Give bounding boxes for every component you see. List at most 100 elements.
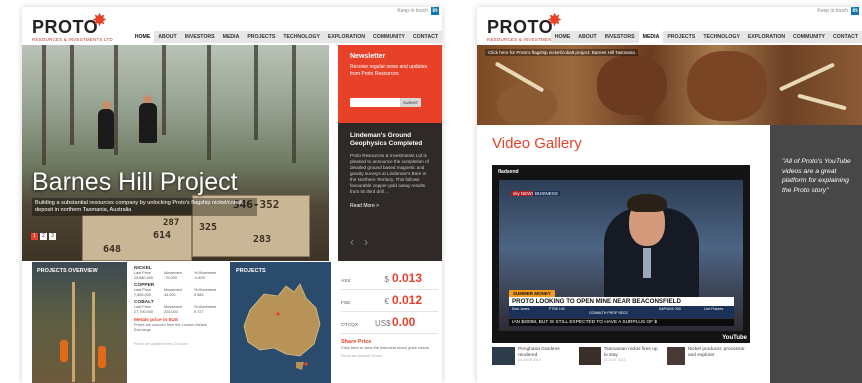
nav-about[interactable]: ABOUT [574, 31, 600, 43]
nav-home[interactable]: HOME [130, 31, 155, 43]
main-nav: HOME ABOUT INVESTORS MEDIA PROJECTS TECH… [130, 31, 442, 43]
logo-star-icon: ✸ [547, 10, 563, 30]
keep-in-touch-label: Keep in touch [397, 8, 428, 14]
share-currency: $ [384, 275, 389, 284]
metal-values: 7,555.000 44.000 0.583 [134, 293, 224, 298]
lower-third-label: SUMMER MONEY [509, 290, 555, 297]
worker-figure [139, 103, 157, 143]
linkedin-icon[interactable]: in [431, 7, 439, 15]
nav-media[interactable]: MEDIA [219, 31, 244, 43]
nav-media[interactable]: MEDIA [638, 31, 664, 43]
core-tray-stack: 287 614 648 [82, 215, 192, 261]
section-tag: BUSINESS [533, 191, 560, 196]
nav-projects[interactable]: PROJECTS [663, 31, 699, 43]
linkedin-icon[interactable]: in [851, 7, 859, 15]
slide-dot-3[interactable]: 3 [49, 233, 56, 240]
nav-community[interactable]: COMMUNITY [789, 31, 829, 43]
rock [497, 85, 557, 125]
logo-star-icon: ✸ [92, 10, 108, 30]
youtube-icon[interactable]: YouTube [722, 335, 747, 341]
proto-logo[interactable]: PROTO ✸ RESOURCES & INVESTMENTS LTD [32, 10, 113, 42]
metals-update-note: Prices are updated every 24 hours [134, 341, 188, 346]
home-page-screenshot: PROTO ✸ RESOURCES & INVESTMENTS LTD Keep… [22, 7, 442, 383]
page-title: Video Gallery [492, 135, 582, 152]
newsletter-submit-button[interactable]: SUBMIT [400, 98, 422, 107]
drill-rig-mast [72, 282, 75, 382]
news-title[interactable]: Lindeman's Ground Geophysics Completed [350, 132, 430, 148]
hero-slider[interactable]: 346-352 325 283 287 614 648 Barnes Hill … [22, 45, 329, 261]
video-frame[interactable]: sky NEWS BUSINESS SUMMER MONEY PROTO LOO… [499, 180, 743, 331]
tree-trunk [207, 45, 211, 160]
nav-technology[interactable]: TECHNOLOGY [699, 31, 744, 43]
logo-wordmark: PROTO [32, 17, 99, 37]
share-exchange: FSE [341, 301, 351, 306]
thumbnail-image [492, 347, 516, 365]
news-body: Proto Resources & Investments Ltd is ple… [350, 153, 429, 194]
video-thumbnail[interactable]: Nickel producer, processor and explorer [666, 347, 750, 377]
metal-copper: COPPER Last Price Movement % Movement 7,… [134, 283, 224, 297]
share-row-otcqx: OTCQX US$ 0.00 [341, 312, 438, 334]
video-thumbnails: Penghana Gardens rendered 24 JUNE 2013 T… [492, 347, 750, 377]
youtube-quote: "All of Proto's YouTube videos are a gre… [782, 158, 851, 194]
projects-overview-tile[interactable]: PROJECTS OVERVIEW [32, 262, 127, 383]
slide-dot-2[interactable]: 2 [40, 233, 47, 240]
keep-in-touch-label: Keep in touch [817, 8, 848, 14]
metal-value: 0.583 [194, 292, 204, 297]
metal-value: -0.409 [194, 275, 205, 280]
thumbnail-title: Tasmanian nickel fires up to stay [603, 347, 658, 358]
video-thumbnail[interactable]: Tasmanian nickel fires up to stay 21 JUL… [579, 347, 662, 377]
share-prices: ASX $ 0.013 FSE € 0.012 OTCQX US$ 0.00 S… [337, 262, 442, 383]
news-read-more-link[interactable]: Read More > [350, 203, 430, 209]
drill-rig-mast [92, 292, 95, 382]
share-value: 0.013 [392, 271, 423, 285]
projects-map-tile[interactable]: PROJECTS [230, 262, 331, 383]
site-header: PROTO ✸ RESOURCES & INVESTMENTS LTD Keep… [22, 7, 442, 45]
nav-exploration[interactable]: EXPLORATION [324, 31, 369, 43]
share-exchange: ASX [341, 279, 351, 284]
tree-trunk [254, 45, 258, 140]
nav-exploration[interactable]: EXPLORATION [744, 31, 789, 43]
newsletter-title: Newsletter [350, 53, 386, 60]
lower-third-headline: PROTO LOOKING TO OPEN MINE NEAR BEACONSF… [509, 297, 734, 306]
thumbnail-title: Nickel producer, processor and explorer [687, 347, 745, 358]
news-ticker: SUMMER MONEY PROTO LOOKING TO OPEN MINE … [499, 290, 743, 331]
wood-stick [778, 62, 836, 92]
share-value: 0.00 [392, 315, 416, 329]
market-label: S&P/ASX 200 [659, 307, 681, 311]
banner-image: Click here for Proto's flagship nickel/c… [477, 45, 862, 125]
newsletter-email-input[interactable] [350, 98, 400, 107]
video-thumbnail[interactable]: Penghana Gardens rendered 24 JUNE 2013 [492, 347, 575, 377]
crate-number: 287 [163, 218, 180, 228]
nav-home[interactable]: HOME [551, 31, 575, 43]
metal-value: 44.000 [164, 292, 176, 297]
market-label: COMMLTH PROP SECS [589, 311, 628, 315]
nav-projects[interactable]: PROJECTS [243, 31, 279, 43]
thumbnail-date: 21 JULY 2013 [603, 358, 626, 362]
nav-investors[interactable]: INVESTORS [601, 31, 639, 43]
quote-panel: "All of Proto's YouTube videos are a gre… [770, 125, 862, 383]
nav-community[interactable]: COMMUNITY [369, 31, 409, 43]
nav-contact[interactable]: CONTACT [829, 31, 862, 43]
logo-wordmark: PROTO [487, 17, 554, 37]
nav-technology[interactable]: TECHNOLOGY [279, 31, 324, 43]
breadcrumb[interactable]: Click here for Proto's flagship nickel/c… [485, 49, 638, 56]
metal-value: 0.727 [194, 309, 204, 314]
newsletter-text: Receive regular news and updates from Pr… [350, 64, 427, 77]
left-arrow-icon[interactable]: ‹ [350, 235, 354, 249]
right-arrow-icon[interactable]: › [364, 235, 368, 249]
main-nav: HOME ABOUT INVESTORS MEDIA PROJECTS TECH… [550, 31, 862, 43]
nav-investors[interactable]: INVESTORS [181, 31, 219, 43]
nav-about[interactable]: ABOUT [154, 31, 180, 43]
crate-number: 648 [103, 244, 122, 255]
tree-trunk [292, 45, 296, 163]
youtube-label: YouTube [722, 335, 747, 341]
metal-cobalt: COBALT Last Price Movement % Movement 27… [134, 300, 224, 314]
thumbnail-date: 24 JUNE 2013 [518, 358, 541, 362]
nav-contact[interactable]: CONTACT [409, 31, 442, 43]
slider-pagination: 1 2 3 [31, 233, 56, 240]
worker-figure [60, 340, 68, 362]
worker-figure [98, 346, 106, 368]
video-player[interactable]: fladsend sky NEWS BUSINESS SUMMER MONEY … [492, 165, 750, 343]
share-value: 0.012 [392, 293, 423, 307]
slide-dot-1[interactable]: 1 [31, 233, 38, 240]
